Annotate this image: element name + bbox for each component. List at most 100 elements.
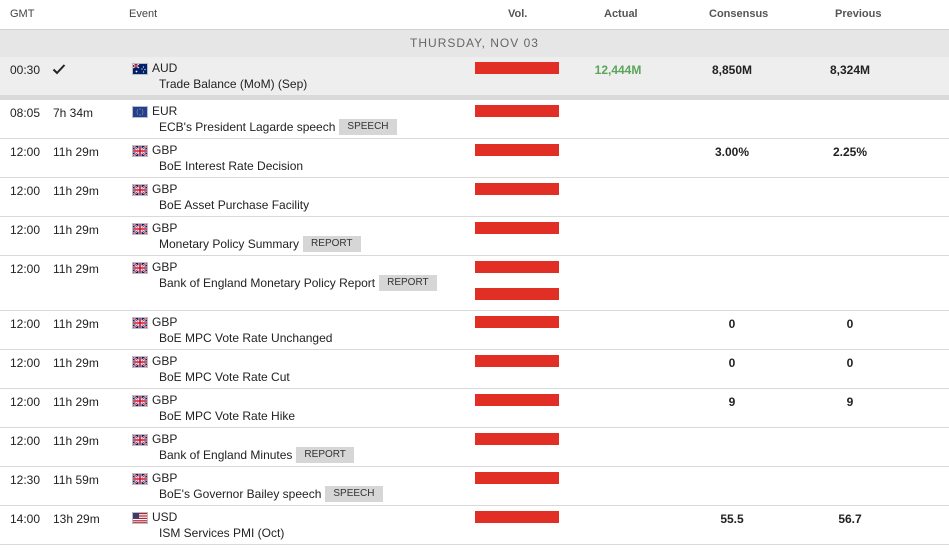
flag-gb-icon	[132, 262, 148, 274]
event-time: 12:00	[10, 262, 41, 276]
event-row[interactable]: 12:30 11h 59m GBP BoE's Governor Bailey spe…	[0, 467, 949, 506]
event-time: 12:00	[10, 434, 41, 448]
event-row[interactable]: 00:30 AUD Trade Balance (MoM) (Sep) 12,444M…	[0, 57, 949, 100]
flag-au-icon	[132, 63, 148, 75]
event-row[interactable]: 12:00 11h 29m GBP Monetary Policy Summary RE…	[0, 217, 949, 256]
volatility-bar	[475, 183, 559, 195]
header-gmt[interactable]: GMT	[10, 8, 34, 20]
event-tag-badge: SPEECH	[325, 486, 383, 502]
event-title-line: BoE MPC Vote Rate Hike	[159, 408, 295, 423]
day-separator: THURSDAY, NOV 03	[0, 30, 949, 57]
event-title-line: BoE MPC Vote Rate Cut	[159, 369, 290, 384]
flag-gb-icon	[132, 317, 148, 329]
header-vol[interactable]: Vol.	[508, 8, 527, 20]
event-name[interactable]: BoE Asset Purchase Facility	[159, 198, 309, 212]
consensus-value: 0	[728, 356, 736, 370]
flag-gb-icon	[132, 395, 148, 407]
header-previous[interactable]: Previous	[835, 8, 881, 20]
flag-gb-icon	[132, 184, 148, 196]
event-time: 14:00	[10, 512, 41, 526]
header-consensus[interactable]: Consensus	[709, 8, 768, 20]
volatility-bar	[475, 355, 559, 367]
event-name[interactable]: BoE MPC Vote Rate Hike	[159, 409, 295, 423]
event-name[interactable]: BoE's Governor Bailey speech	[159, 487, 321, 501]
event-currency: GBP	[152, 182, 178, 196]
event-countdown: 7h 34m	[53, 106, 94, 120]
event-time: 12:30	[10, 473, 41, 487]
event-title-line: Bank of England Minutes REPORT	[159, 447, 354, 463]
event-countdown: 11h 29m	[53, 223, 99, 237]
economic-calendar: GMT Event Vol. Actual Consensus Previous…	[0, 0, 949, 550]
previous-value: 8,324M	[829, 63, 871, 77]
event-row[interactable]: 12:00 11h 29m GBP BoE MPC Vote Rate Cut 0 0	[0, 350, 949, 389]
volatility-bar	[475, 316, 559, 328]
event-countdown: 13h 29m	[53, 512, 100, 526]
event-currency: USD	[152, 510, 178, 524]
event-title-line: BoE Interest Rate Decision	[159, 158, 303, 173]
event-currency: GBP	[152, 260, 178, 274]
event-countdown: 11h 29m	[53, 356, 99, 370]
previous-value: 0	[846, 356, 854, 370]
event-row[interactable]: 12:00 11h 29m GBP Bank of England Minutes RE…	[0, 428, 949, 467]
consensus-value: 9	[728, 395, 736, 409]
previous-value: 56.7	[838, 512, 862, 526]
event-currency: GBP	[152, 432, 178, 446]
event-row[interactable]: 14:00 13h 29m USD ISM Services PMI (Oct) 55.…	[0, 506, 949, 545]
event-time: 12:00	[10, 223, 41, 237]
event-time: 12:00	[10, 145, 41, 159]
volatility-bar	[475, 433, 559, 445]
event-name[interactable]: Bank of England Minutes	[159, 448, 292, 462]
event-currency: GBP	[152, 143, 178, 157]
event-name[interactable]: BoE MPC Vote Rate Cut	[159, 370, 290, 384]
event-title-line: ISM Services PMI (Oct)	[159, 525, 284, 540]
event-time: 12:00	[10, 395, 41, 409]
event-tag-badge: REPORT	[303, 236, 361, 252]
volatility-bar	[475, 222, 559, 234]
event-title-line: BoE Asset Purchase Facility	[159, 197, 309, 212]
volatility-bar	[475, 261, 559, 273]
event-row[interactable]: 12:00 11h 29m GBP BoE Asset Purchase Facili…	[0, 178, 949, 217]
volatility-bar	[475, 62, 559, 74]
event-countdown: 11h 29m	[53, 145, 99, 159]
event-tag-badge: REPORT	[379, 275, 437, 291]
event-row[interactable]: 12:00 11h 29m GBP BoE MPC Vote Rate Unchang…	[0, 311, 949, 350]
event-name[interactable]: Bank of England Monetary Policy Report	[159, 276, 375, 290]
event-row[interactable]: 12:00 11h 29m GBP BoE Interest Rate Decisio…	[0, 139, 949, 178]
event-name[interactable]: ECB's President Lagarde speech	[159, 120, 335, 134]
event-name[interactable]: ISM Services PMI (Oct)	[159, 526, 284, 540]
event-countdown: 11h 59m	[53, 473, 99, 487]
consensus-value: 0	[728, 317, 736, 331]
header-event[interactable]: Event	[129, 8, 157, 20]
actual-value: 12,444M	[594, 63, 642, 77]
event-row[interactable]: 12:00 11h 29m GBP BoE MPC Vote Rate Hike 9 9	[0, 389, 949, 428]
event-time: 00:30	[10, 63, 41, 77]
event-row[interactable]: 08:05 7h 34m EUR ECB's President Lagarde sp…	[0, 100, 949, 139]
event-currency: GBP	[152, 471, 178, 485]
volatility-bar-secondary	[475, 288, 559, 300]
volatility-bar	[475, 144, 559, 156]
event-title-line: Trade Balance (MoM) (Sep)	[159, 76, 307, 91]
event-name[interactable]: Trade Balance (MoM) (Sep)	[159, 77, 307, 91]
header-actual[interactable]: Actual	[604, 8, 638, 20]
event-currency: AUD	[152, 61, 178, 75]
event-name[interactable]: BoE Interest Rate Decision	[159, 159, 303, 173]
event-title-line: BoE MPC Vote Rate Unchanged	[159, 330, 332, 345]
event-currency: GBP	[152, 315, 178, 329]
previous-value: 0	[846, 317, 854, 331]
event-tag-badge: REPORT	[296, 447, 354, 463]
event-row[interactable]: 12:00 11h 29m GBP Bank of England Monetary …	[0, 256, 949, 311]
event-name[interactable]: BoE MPC Vote Rate Unchanged	[159, 331, 332, 345]
event-title-line: ECB's President Lagarde speech SPEECH	[159, 119, 397, 135]
consensus-value: 55.5	[720, 512, 744, 526]
event-countdown: 11h 29m	[53, 395, 99, 409]
event-countdown: 11h 29m	[53, 317, 99, 331]
event-title-line: BoE's Governor Bailey speech SPEECH	[159, 486, 383, 502]
volatility-bar	[475, 472, 559, 484]
flag-gb-icon	[132, 434, 148, 446]
event-tag-badge: SPEECH	[339, 119, 397, 135]
table-header: GMT Event Vol. Actual Consensus Previous	[0, 0, 949, 30]
event-name[interactable]: Monetary Policy Summary	[159, 237, 299, 251]
event-time: 12:00	[10, 356, 41, 370]
event-currency: GBP	[152, 221, 178, 235]
volatility-bar	[475, 105, 559, 117]
